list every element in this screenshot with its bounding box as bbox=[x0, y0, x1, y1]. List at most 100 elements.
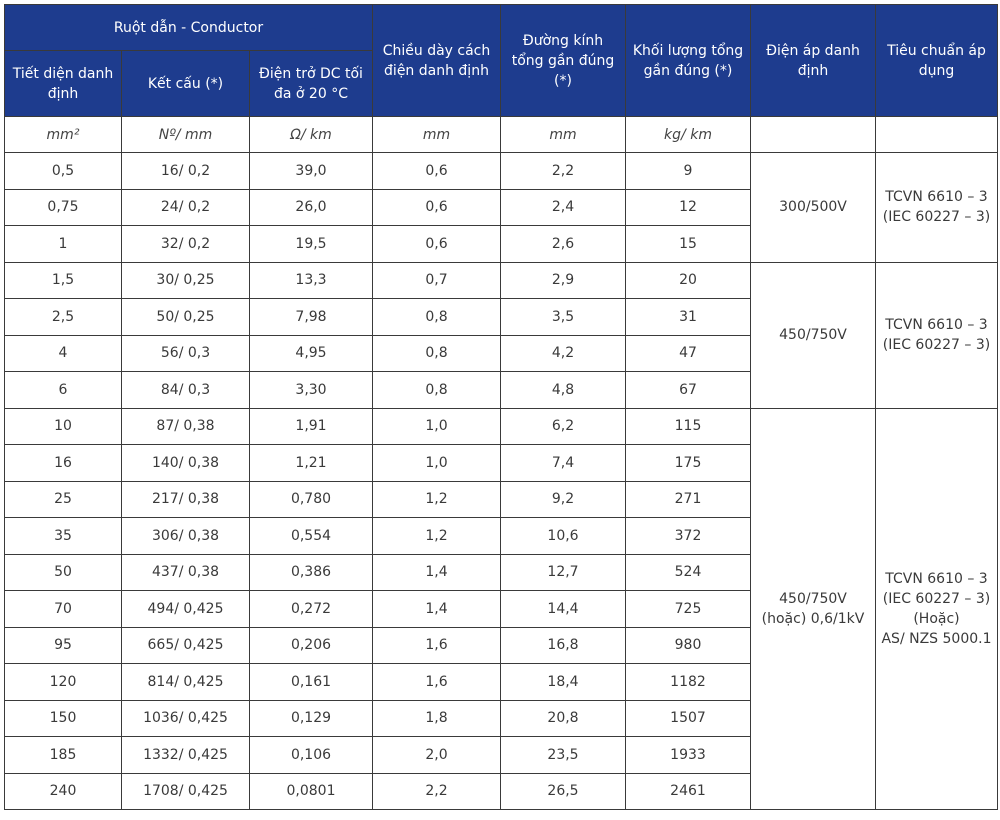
voltage-group-cell: 300/500V bbox=[750, 152, 876, 263]
cell-cross-section: 25 bbox=[4, 480, 122, 518]
cell-resistance: 3,30 bbox=[249, 371, 373, 409]
cell-diameter: 2,9 bbox=[500, 261, 626, 299]
standard-line: (Hoặc) bbox=[913, 610, 960, 627]
cell-diameter: 26,5 bbox=[500, 772, 626, 810]
cell-structure: 50/ 0,25 bbox=[121, 298, 250, 336]
cell-cross-section: 50 bbox=[4, 553, 122, 591]
voltage-group-cell: 450/750V bbox=[750, 261, 876, 409]
cell-diameter: 18,4 bbox=[500, 663, 626, 701]
cell-insulation: 1,4 bbox=[372, 553, 501, 591]
unit-structure: Nº/ mm bbox=[121, 116, 250, 153]
cell-diameter: 12,7 bbox=[500, 553, 626, 591]
cell-weight: 47 bbox=[625, 334, 751, 372]
cell-insulation: 1,2 bbox=[372, 517, 501, 555]
standard-line: (IEC 60227 – 3) bbox=[882, 337, 991, 353]
standard-line: (IEC 60227 – 3) bbox=[882, 209, 991, 226]
cell-structure: 32/ 0,2 bbox=[121, 225, 250, 263]
voltage-group-cell: 450/750V (hoặc) 0,6/1kV bbox=[750, 407, 876, 810]
cell-cross-section: 95 bbox=[4, 626, 122, 664]
cell-diameter: 6,2 bbox=[500, 407, 626, 445]
cell-structure: 494/ 0,425 bbox=[121, 590, 250, 628]
cell-structure: 84/ 0,3 bbox=[121, 371, 250, 409]
cell-diameter: 9,2 bbox=[500, 480, 626, 518]
cell-cross-section: 120 bbox=[4, 663, 122, 701]
table-row: 10 87/ 0,38 1,91 1,0 6,2 115 450/750V (hoặc) 0,… bbox=[4, 407, 998, 810]
cell-diameter: 20,8 bbox=[500, 699, 626, 737]
unit-diameter: mm bbox=[500, 116, 626, 153]
cell-weight: 115 bbox=[625, 407, 751, 445]
cell-diameter: 16,8 bbox=[500, 626, 626, 664]
unit-insulation: mm bbox=[372, 116, 501, 153]
cell-weight: 67 bbox=[625, 371, 751, 409]
cell-structure: 1708/ 0,425 bbox=[121, 772, 250, 810]
cell-resistance: 26,0 bbox=[249, 188, 373, 226]
voltage-line: (hoặc) 0,6/1kV bbox=[761, 610, 865, 627]
cell-structure: 24/ 0,2 bbox=[121, 188, 250, 226]
cable-spec-table: Ruột dẫn - Conductor Chiều dày cách điện… bbox=[4, 4, 998, 810]
cell-weight: 372 bbox=[625, 517, 751, 555]
unit-cross-section: mm² bbox=[4, 116, 122, 153]
header-applied-standard: Tiêu chuẩn áp dụng bbox=[875, 4, 998, 117]
header-overall-diameter: Đường kính tổng gần đúng (*) bbox=[500, 4, 626, 117]
cell-weight: 31 bbox=[625, 298, 751, 336]
header-rated-voltage: Điện áp danh định bbox=[750, 4, 876, 117]
cell-weight: 271 bbox=[625, 480, 751, 518]
cell-insulation: 0,8 bbox=[372, 298, 501, 336]
cell-structure: 140/ 0,38 bbox=[121, 444, 250, 482]
header-total-weight: Khối lượng tổng gần đúng (*) bbox=[625, 4, 751, 117]
cell-cross-section: 0,5 bbox=[4, 152, 122, 190]
cell-cross-section: 35 bbox=[4, 517, 122, 555]
cell-insulation: 0,6 bbox=[372, 225, 501, 263]
header-dc-resistance: Điện trở DC tối đa ở 20 °C bbox=[249, 50, 373, 117]
standard-line: TCVN 6610 – 3 bbox=[885, 189, 988, 206]
cell-structure: 87/ 0,38 bbox=[121, 407, 250, 445]
cell-resistance: 0,106 bbox=[249, 736, 373, 774]
standard-line: TCVN 6610 – 3 bbox=[885, 570, 988, 587]
cell-insulation: 1,4 bbox=[372, 590, 501, 628]
cell-cross-section: 10 bbox=[4, 407, 122, 445]
cell-insulation: 0,8 bbox=[372, 334, 501, 372]
voltage-line: 300/500V bbox=[779, 199, 847, 216]
voltage-line: 450/750V bbox=[779, 327, 847, 343]
cell-resistance: 4,95 bbox=[249, 334, 373, 372]
cell-weight: 2461 bbox=[625, 772, 751, 810]
cell-weight: 1182 bbox=[625, 663, 751, 701]
cell-resistance: 0,554 bbox=[249, 517, 373, 555]
cell-diameter: 14,4 bbox=[500, 590, 626, 628]
unit-standard-empty bbox=[875, 116, 998, 153]
cell-resistance: 0,161 bbox=[249, 663, 373, 701]
cell-cross-section: 16 bbox=[4, 444, 122, 482]
cell-cross-section: 2,5 bbox=[4, 298, 122, 336]
cell-insulation: 0,6 bbox=[372, 152, 501, 190]
cell-diameter: 7,4 bbox=[500, 444, 626, 482]
standard-line: AS/ NZS 5000.1 bbox=[881, 630, 992, 647]
cell-cross-section: 1,5 bbox=[4, 261, 122, 299]
cell-weight: 9 bbox=[625, 152, 751, 190]
header-insulation-thickness: Chiều dày cách điện danh định bbox=[372, 4, 501, 117]
cell-insulation: 0,8 bbox=[372, 371, 501, 409]
cell-structure: 814/ 0,425 bbox=[121, 663, 250, 701]
cell-insulation: 1,6 bbox=[372, 626, 501, 664]
cell-weight: 12 bbox=[625, 188, 751, 226]
cell-weight: 15 bbox=[625, 225, 751, 263]
header-cross-section: Tiết diện danh định bbox=[4, 50, 122, 117]
cell-structure: 16/ 0,2 bbox=[121, 152, 250, 190]
cell-insulation: 0,6 bbox=[372, 188, 501, 226]
cell-resistance: 0,206 bbox=[249, 626, 373, 664]
cell-structure: 437/ 0,38 bbox=[121, 553, 250, 591]
cell-weight: 20 bbox=[625, 261, 751, 299]
header-structure: Kết cấu (*) bbox=[121, 50, 250, 117]
table-row: 1,5 30/ 0,25 13,3 0,7 2,9 20 450/750V TCVN 6610… bbox=[4, 261, 998, 409]
table-row: 0,5 16/ 0,2 39,0 0,6 2,2 9 300/500V TCVN 6610 –… bbox=[4, 152, 998, 263]
cell-diameter: 2,2 bbox=[500, 152, 626, 190]
cell-resistance: 0,386 bbox=[249, 553, 373, 591]
cell-insulation: 2,2 bbox=[372, 772, 501, 810]
voltage-line: 450/750V bbox=[779, 590, 847, 607]
cell-resistance: 39,0 bbox=[249, 152, 373, 190]
cell-weight: 524 bbox=[625, 553, 751, 591]
cell-resistance: 0,0801 bbox=[249, 772, 373, 810]
units-row: mm² Nº/ mm Ω/ km mm mm kg/ km bbox=[4, 116, 998, 153]
cell-diameter: 10,6 bbox=[500, 517, 626, 555]
cell-diameter: 4,8 bbox=[500, 371, 626, 409]
cell-structure: 56/ 0,3 bbox=[121, 334, 250, 372]
